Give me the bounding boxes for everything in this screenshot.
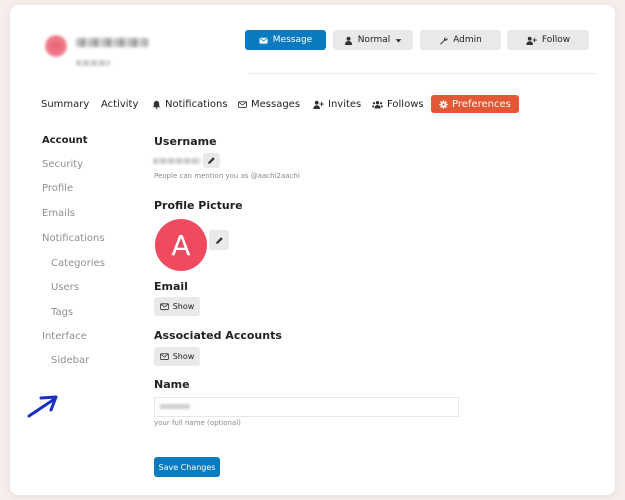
sidebar-item-tags[interactable]: Tags — [51, 307, 73, 318]
associated-accounts-label: Associated Accounts — [154, 329, 282, 342]
tab-messages-label: Messages — [251, 98, 301, 110]
wrench-icon — [440, 36, 448, 45]
user-icon — [344, 36, 352, 45]
follow-button[interactable]: Follow — [507, 30, 589, 50]
name-help: your full name (optional) — [154, 419, 241, 427]
notification-level-dropdown[interactable]: Normal — [333, 30, 413, 50]
preferences-card: Message Normal Admin Follow Summary Acti… — [10, 5, 615, 495]
show-associated-accounts-button[interactable]: Show — [154, 347, 200, 366]
tab-follows[interactable]: Follows — [372, 95, 424, 113]
user-plus-icon — [526, 36, 537, 45]
show-email-label: Show — [172, 302, 195, 311]
tab-preferences[interactable]: Preferences — [431, 95, 519, 113]
tab-preferences-label: Preferences — [452, 98, 511, 110]
avatar-letter: A — [171, 228, 191, 262]
pencil-icon — [215, 236, 223, 244]
name-label: Name — [154, 378, 190, 391]
sidebar-item-interface[interactable]: Interface — [42, 331, 87, 342]
header-divider — [248, 73, 598, 74]
user-identity — [32, 27, 247, 79]
envelope-icon — [259, 37, 268, 44]
pencil-icon — [208, 157, 215, 164]
bell-icon — [152, 100, 161, 109]
users-icon — [372, 100, 383, 109]
admin-button[interactable]: Admin — [420, 30, 501, 50]
tab-follows-label: Follows — [387, 98, 424, 110]
message-button-label: Message — [272, 35, 313, 45]
save-changes-label: Save Changes — [158, 462, 216, 472]
annotation-arrow-icon — [27, 395, 58, 418]
tab-notifications[interactable]: Notifications — [152, 95, 228, 113]
sidebar-item-categories[interactable]: Categories — [51, 258, 105, 269]
notification-level-label: Normal — [357, 35, 391, 45]
tab-messages[interactable]: Messages — [238, 95, 300, 113]
follow-button-label: Follow — [541, 35, 571, 45]
username-value-redacted — [153, 158, 201, 164]
tab-invites[interactable]: Invites — [313, 95, 361, 113]
edit-username-button[interactable] — [203, 153, 220, 168]
save-changes-button[interactable]: Save Changes — [154, 457, 220, 477]
user-plus-icon — [313, 100, 324, 109]
profile-avatar: A — [155, 219, 207, 271]
show-associated-label: Show — [172, 352, 195, 361]
sidebar-item-profile[interactable]: Profile — [42, 183, 73, 194]
sidebar-item-notifications[interactable]: Notifications — [42, 233, 105, 244]
user-handle-redacted — [76, 60, 110, 66]
sidebar-item-emails[interactable]: Emails — [42, 208, 75, 219]
sidebar-item-sidebar[interactable]: Sidebar — [51, 355, 89, 366]
envelope-icon — [238, 100, 247, 108]
envelope-icon — [159, 303, 169, 310]
tab-summary[interactable]: Summary — [41, 95, 89, 113]
username-label: Username — [154, 135, 217, 148]
gear-icon — [439, 99, 448, 109]
sidebar-item-users[interactable]: Users — [51, 282, 79, 293]
message-button[interactable]: Message — [245, 30, 326, 50]
sidebar-item-account[interactable]: Account — [42, 135, 87, 146]
username-help: People can mention you as @aachi2aachi — [154, 172, 300, 180]
tab-invites-label: Invites — [328, 98, 362, 110]
sidebar-item-security[interactable]: Security — [42, 159, 83, 170]
email-label: Email — [154, 280, 188, 293]
admin-button-label: Admin — [453, 35, 482, 45]
tab-notifications-label: Notifications — [165, 98, 228, 110]
caret-down-icon — [395, 38, 402, 43]
name-value-redacted — [160, 404, 190, 409]
tab-activity-label: Activity — [101, 98, 139, 110]
profile-picture-label: Profile Picture — [154, 199, 243, 212]
show-email-button[interactable]: Show — [154, 297, 200, 316]
tab-activity[interactable]: Activity — [101, 95, 138, 113]
user-avatar — [45, 35, 67, 57]
edit-avatar-button[interactable] — [209, 230, 229, 250]
envelope-icon — [159, 353, 169, 360]
name-field[interactable] — [154, 397, 459, 417]
tab-summary-label: Summary — [41, 98, 90, 110]
user-name-redacted — [76, 38, 148, 47]
